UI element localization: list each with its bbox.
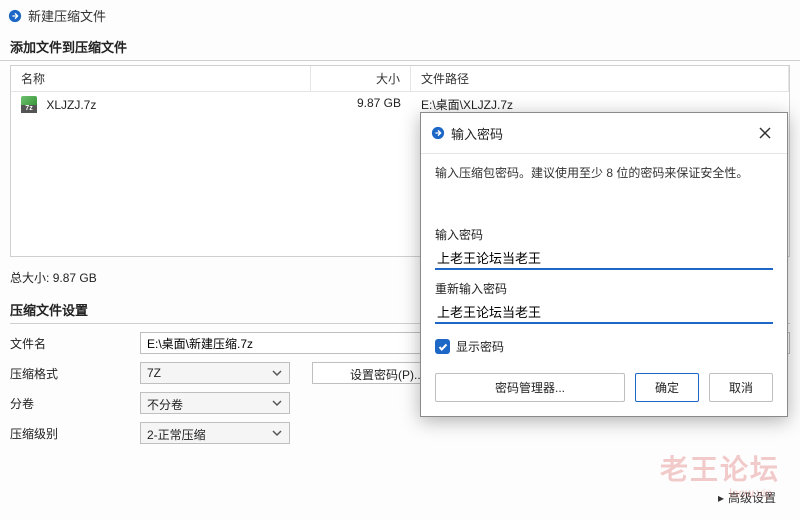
split-label: 分卷: [10, 395, 140, 412]
close-icon: [759, 127, 771, 139]
show-password-checkbox[interactable]: 显示密码: [435, 338, 773, 355]
column-header-path[interactable]: 文件路径: [411, 66, 789, 91]
ok-button[interactable]: 确定: [635, 373, 699, 402]
file-list-header: 名称 大小 文件路径: [11, 66, 789, 92]
column-header-name[interactable]: 名称: [11, 66, 311, 91]
show-password-label: 显示密码: [456, 338, 504, 355]
add-files-heading: 添加文件到压缩文件: [0, 31, 800, 61]
format-select[interactable]: 7Z: [140, 362, 290, 384]
chevron-down-icon: [272, 397, 284, 409]
watermark: 老王论坛: [660, 448, 780, 488]
column-header-size[interactable]: 大小: [311, 66, 411, 91]
password-input[interactable]: [435, 247, 773, 270]
close-button[interactable]: [753, 121, 777, 145]
dialog-help-text: 输入压缩包密码。建议使用至少 8 位的密码来保证安全性。: [435, 164, 773, 182]
password-label: 输入密码: [435, 226, 773, 243]
chevron-down-icon: [272, 427, 284, 439]
advanced-settings-link[interactable]: ▸高级设置: [718, 489, 776, 506]
repeat-password-input[interactable]: [435, 301, 773, 324]
arrow-circle-icon: [431, 126, 445, 140]
window-title-text: 新建压缩文件: [28, 6, 106, 25]
level-label: 压缩级别: [10, 425, 140, 442]
repeat-password-label: 重新输入密码: [435, 280, 773, 297]
cell-filename: XLJZJ.7z: [46, 98, 96, 112]
password-manager-button[interactable]: 密码管理器...: [435, 373, 625, 402]
password-dialog: 输入密码 输入压缩包密码。建议使用至少 8 位的密码来保证安全性。 输入密码 重…: [420, 112, 788, 417]
window-title-bar: 新建压缩文件: [0, 0, 800, 31]
format-label: 压缩格式: [10, 365, 140, 382]
filename-label: 文件名: [10, 335, 140, 352]
cell-filesize: 9.87 GB: [311, 92, 411, 117]
dialog-title-bar: 输入密码: [421, 113, 787, 154]
split-select[interactable]: 不分卷: [140, 392, 290, 414]
dialog-title-text: 输入密码: [451, 124, 503, 143]
cancel-button[interactable]: 取消: [709, 373, 773, 402]
arrow-circle-icon: [8, 9, 22, 23]
archive-7z-icon: [21, 96, 37, 112]
caret-right-icon: ▸: [718, 491, 724, 505]
checkbox-checked-icon: [435, 339, 450, 354]
level-select[interactable]: 2-正常压缩: [140, 422, 290, 444]
chevron-down-icon: [272, 367, 284, 379]
